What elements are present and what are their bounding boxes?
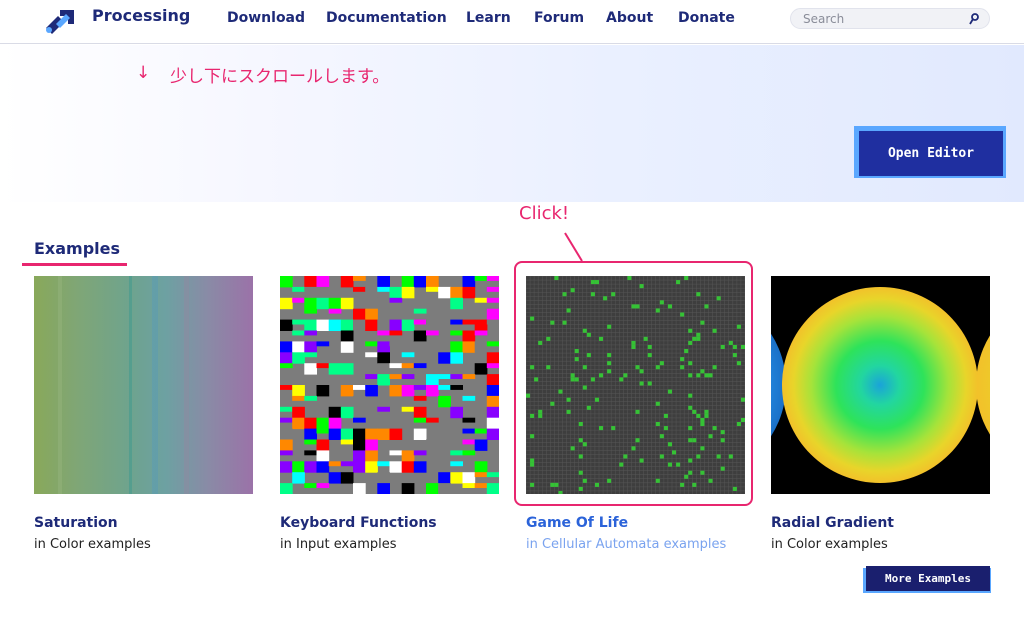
nav-learn[interactable]: Learn — [466, 10, 511, 26]
search-icon[interactable] — [969, 13, 979, 25]
examples-heading-underline — [22, 263, 127, 266]
hero-banner — [0, 45, 1024, 202]
card-subtitle-keyboard-functions[interactable]: in Input examples — [280, 537, 397, 552]
card-title-saturation[interactable]: Saturation — [34, 515, 118, 531]
card-subtitle-radial-gradient[interactable]: in Color examples — [771, 537, 888, 552]
radial-gradient-thumbnail[interactable] — [771, 276, 990, 494]
nav-forum[interactable]: Forum — [534, 10, 584, 26]
card-title-radial-gradient[interactable]: Radial Gradient — [771, 515, 894, 531]
card-subtitle-game-of-life[interactable]: in Cellular Automata examples — [526, 537, 726, 552]
top-navigation-bar: Processing Download Documentation Learn … — [0, 0, 1024, 44]
more-examples-button[interactable]: More Examples — [866, 566, 990, 591]
search-box[interactable] — [790, 8, 990, 29]
click-annotation-label: Click! — [519, 203, 570, 224]
saturation-thumbnail[interactable] — [34, 276, 253, 494]
search-input[interactable] — [803, 11, 963, 27]
card-title-game-of-life[interactable]: Game Of Life — [526, 515, 628, 531]
nav-donate[interactable]: Donate — [678, 10, 735, 26]
card-subtitle-saturation[interactable]: in Color examples — [34, 537, 151, 552]
game-of-life-thumbnail[interactable] — [526, 276, 745, 494]
nav-about[interactable]: About — [606, 10, 653, 26]
open-editor-button[interactable]: Open Editor — [859, 131, 1003, 176]
down-arrow-icon: ↓ — [136, 63, 151, 83]
nav-download[interactable]: Download — [227, 10, 305, 26]
nav-documentation[interactable]: Documentation — [326, 10, 447, 26]
scroll-hint-text: 少し下にスクロールします。 — [170, 67, 390, 87]
processing-logo-icon[interactable] — [44, 6, 78, 36]
card-title-keyboard-functions[interactable]: Keyboard Functions — [280, 515, 437, 531]
examples-heading: Examples — [34, 239, 121, 258]
keyboard-functions-thumbnail[interactable] — [280, 276, 499, 494]
brand-name[interactable]: Processing — [92, 6, 190, 25]
